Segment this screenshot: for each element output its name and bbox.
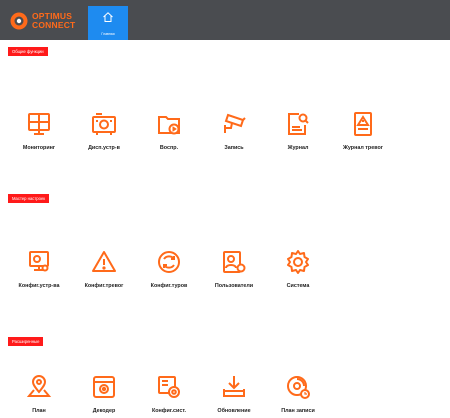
- tile-label: Журнал тревог: [343, 145, 383, 151]
- tile-label: План: [32, 408, 46, 414]
- tile-record-schedule[interactable]: План записи: [268, 374, 328, 418]
- tile-alarm-config[interactable]: Конфиг.тревог: [74, 249, 134, 309]
- tile-label: План записи: [281, 408, 315, 414]
- decoder-icon: [93, 376, 115, 398]
- tile-label: Декодер: [92, 408, 116, 414]
- tile-label: Воспр.: [159, 145, 179, 151]
- tile-update[interactable]: Обновление: [204, 374, 264, 418]
- tile-system[interactable]: Система: [268, 249, 328, 309]
- tile-label: Запись: [224, 145, 244, 151]
- tile-users[interactable]: Пользователи: [204, 249, 264, 309]
- gear-icon: [287, 250, 309, 274]
- tile-playback[interactable]: Воспр.: [139, 111, 199, 171]
- tour-cycle-icon: [158, 251, 180, 273]
- section-title-wizard: Мастер настроек: [8, 194, 50, 203]
- tile-record[interactable]: Запись: [204, 111, 264, 171]
- logo-mark-icon: [10, 12, 28, 30]
- playback-folder-icon: [158, 116, 180, 135]
- tile-label: Конфиг.сист.: [151, 408, 187, 414]
- tile-label: Конфиг.устр-ва: [18, 283, 60, 289]
- alarm-log-icon: [354, 112, 372, 136]
- tile-label: Обновление: [217, 408, 251, 414]
- tile-map[interactable]: План: [9, 374, 69, 418]
- tile-device-manager[interactable]: Дисп.устр-в: [74, 111, 134, 171]
- tile-alarm-log[interactable]: Журнал тревог: [333, 111, 393, 171]
- alarm-warning-icon: [92, 251, 116, 272]
- top-bar: OPTIMUS CONNECT Главная: [0, 0, 450, 40]
- logo-text: OPTIMUS CONNECT: [32, 12, 75, 30]
- app-logo: OPTIMUS CONNECT: [10, 12, 86, 30]
- section-title-advanced: Расширенные: [8, 337, 44, 346]
- tile-monitoring[interactable]: Мониторинг: [9, 111, 69, 171]
- tile-log[interactable]: Журнал: [268, 111, 328, 171]
- map-pin-icon: [26, 375, 52, 397]
- tile-label: Конфиг.туров: [150, 283, 188, 289]
- tile-decoder[interactable]: Декодер: [74, 374, 134, 418]
- section-title-general: Общие функции: [8, 47, 48, 56]
- log-search-icon: [288, 113, 309, 135]
- logo-line-2: CONNECT: [32, 20, 76, 30]
- home-tab-label: Главная: [101, 32, 115, 36]
- record-schedule-icon: [287, 376, 310, 399]
- tab-home[interactable]: Главная: [88, 6, 128, 40]
- camera-record-icon: [224, 113, 246, 133]
- system-config-icon: [158, 376, 180, 398]
- monitor-split-icon: [28, 113, 50, 135]
- download-update-icon: [223, 376, 245, 397]
- tile-label: Система: [286, 283, 310, 289]
- user-settings-icon: [223, 251, 246, 273]
- tile-label: Пользователи: [214, 283, 254, 289]
- tile-label: Конфиг.тревог: [84, 283, 124, 289]
- home-icon: [103, 12, 113, 22]
- tile-system-config[interactable]: Конфиг.сист.: [139, 374, 199, 418]
- device-config-icon: [29, 251, 49, 272]
- tile-device-config[interactable]: Конфиг.устр-ва: [9, 249, 69, 309]
- tile-label: Журнал: [287, 145, 309, 151]
- tile-label: Дисп.устр-в: [88, 145, 120, 151]
- tile-tour-config[interactable]: Конфиг.туров: [139, 249, 199, 309]
- device-manager-icon: [92, 113, 116, 135]
- tile-label: Мониторинг: [22, 145, 56, 151]
